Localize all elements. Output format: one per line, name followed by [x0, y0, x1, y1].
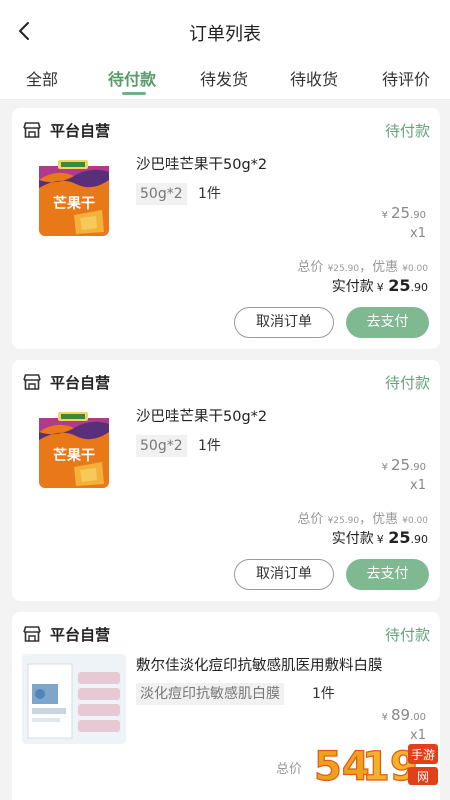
store-name: 平台自营 [50, 373, 111, 392]
store-icon [23, 122, 41, 138]
product-name[interactable]: 敷尔佳淡化痘印抗敏感肌医用敷料白膜 [136, 654, 383, 675]
tab-all[interactable]: 全部 [26, 66, 58, 90]
order-status-tabs: 全部 待付款 待发货 待收货 待评价 [0, 60, 450, 100]
item-multiplier: x1 [410, 478, 426, 493]
unit-price: ¥25.90 [381, 204, 426, 222]
price-summary: 总价 ¥25.90，优惠 ¥0.00 [297, 512, 428, 527]
order-card[interactable]: 平台自营 待付款 芒果干 沙巴哇芒果干50g*2 50g*2 1件 ¥25.90… [12, 108, 440, 349]
svg-text:芒果干: 芒果干 [53, 447, 95, 464]
price-summary: 总价 [276, 762, 303, 777]
tab-pending-payment[interactable]: 待付款 [108, 66, 156, 90]
item-multiplier: x1 [410, 226, 426, 241]
store-name: 平台自营 [50, 625, 111, 644]
store-header: 平台自营 [22, 119, 110, 141]
site-watermark-logo: 54 19 手游 网 [313, 743, 438, 791]
pay-button[interactable]: 去支付 [346, 307, 429, 338]
tab-pending-review[interactable]: 待评价 [382, 66, 430, 90]
paid-amount: 实付款 ¥ 25.90 [331, 528, 428, 547]
product-spec: 50g*2 [136, 183, 187, 205]
unit-price: ¥25.90 [381, 456, 426, 474]
order-status: 待付款 [384, 374, 430, 392]
pay-button[interactable]: 去支付 [346, 559, 429, 590]
paid-amount: 实付款 ¥ 25.90 [331, 276, 428, 295]
product-name[interactable]: 沙巴哇芒果干50g*2 [136, 405, 267, 426]
unit-price: ¥89.00 [381, 706, 426, 724]
svg-text:芒果干: 芒果干 [53, 195, 95, 212]
facial-mask-box-image[interactable] [22, 654, 126, 744]
store-icon [23, 626, 41, 642]
svg-text:手游: 手游 [411, 748, 435, 762]
product-name[interactable]: 沙巴哇芒果干50g*2 [136, 153, 267, 174]
product-quantity: 1件 [312, 686, 335, 702]
order-status: 待付款 [384, 626, 430, 644]
product-quantity: 1件 [198, 438, 221, 454]
tab-pending-shipment[interactable]: 待发货 [200, 66, 248, 90]
store-header: 平台自营 [22, 371, 110, 393]
price-summary: 总价 ¥25.90，优惠 ¥0.00 [297, 260, 428, 275]
active-tab-indicator [122, 92, 146, 95]
cancel-order-button[interactable]: 取消订单 [234, 307, 334, 338]
tab-pending-receipt[interactable]: 待收货 [290, 66, 338, 90]
page-title: 订单列表 [189, 24, 261, 45]
store-name: 平台自营 [50, 121, 111, 140]
product-spec: 淡化痘印抗敏感肌白膜 [136, 683, 284, 705]
order-card[interactable]: 平台自营 待付款 芒果干 沙巴哇芒果干50g*2 50g*2 1件 ¥25.90… [12, 360, 440, 601]
nav-header: 订单列表 [0, 0, 450, 60]
dried-mango-pack-image[interactable]: 芒果干 [36, 158, 112, 238]
store-icon [23, 374, 41, 390]
store-header: 平台自营 [22, 623, 110, 645]
cancel-order-button[interactable]: 取消订单 [234, 559, 334, 590]
order-status: 待付款 [384, 122, 430, 140]
dried-mango-pack-image[interactable]: 芒果干 [36, 410, 112, 490]
svg-text:网: 网 [417, 770, 429, 784]
product-spec: 50g*2 [136, 435, 187, 457]
product-quantity: 1件 [198, 186, 221, 202]
